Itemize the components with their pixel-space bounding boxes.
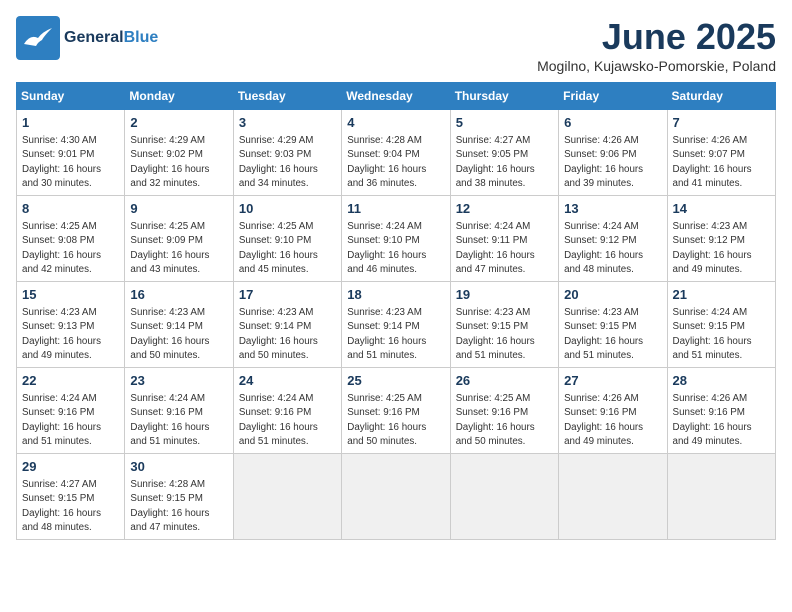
list-item: 2 Sunrise: 4:29 AMSunset: 9:02 PMDayligh… — [125, 110, 233, 196]
table-row: 29 Sunrise: 4:27 AMSunset: 9:15 PMDaylig… — [17, 454, 776, 540]
list-item: 21 Sunrise: 4:24 AMSunset: 9:15 PMDaylig… — [667, 282, 775, 368]
table-row: 22 Sunrise: 4:24 AMSunset: 9:16 PMDaylig… — [17, 368, 776, 454]
list-item: 19 Sunrise: 4:23 AMSunset: 9:15 PMDaylig… — [450, 282, 558, 368]
list-item — [667, 454, 775, 540]
list-item: 9 Sunrise: 4:25 AMSunset: 9:09 PMDayligh… — [125, 196, 233, 282]
list-item: 30 Sunrise: 4:28 AMSunset: 9:15 PMDaylig… — [125, 454, 233, 540]
list-item: 3 Sunrise: 4:29 AMSunset: 9:03 PMDayligh… — [233, 110, 341, 196]
list-item — [559, 454, 667, 540]
header-wednesday: Wednesday — [342, 83, 450, 110]
table-row: 15 Sunrise: 4:23 AMSunset: 9:13 PMDaylig… — [17, 282, 776, 368]
month-title: June 2025 — [537, 16, 776, 58]
list-item — [233, 454, 341, 540]
list-item: 17 Sunrise: 4:23 AMSunset: 9:14 PMDaylig… — [233, 282, 341, 368]
logo-blue: Blue — [124, 29, 159, 46]
header-saturday: Saturday — [667, 83, 775, 110]
list-item: 28 Sunrise: 4:26 AMSunset: 9:16 PMDaylig… — [667, 368, 775, 454]
list-item: 29 Sunrise: 4:27 AMSunset: 9:15 PMDaylig… — [17, 454, 125, 540]
header-sunday: Sunday — [17, 83, 125, 110]
list-item: 12 Sunrise: 4:24 AMSunset: 9:11 PMDaylig… — [450, 196, 558, 282]
list-item: 10 Sunrise: 4:25 AMSunset: 9:10 PMDaylig… — [233, 196, 341, 282]
list-item: 27 Sunrise: 4:26 AMSunset: 9:16 PMDaylig… — [559, 368, 667, 454]
list-item: 13 Sunrise: 4:24 AMSunset: 9:12 PMDaylig… — [559, 196, 667, 282]
table-row: 8 Sunrise: 4:25 AMSunset: 9:08 PMDayligh… — [17, 196, 776, 282]
logo: GeneralBlue — [16, 16, 158, 60]
list-item: 16 Sunrise: 4:23 AMSunset: 9:14 PMDaylig… — [125, 282, 233, 368]
header-thursday: Thursday — [450, 83, 558, 110]
list-item: 11 Sunrise: 4:24 AMSunset: 9:10 PMDaylig… — [342, 196, 450, 282]
list-item: 20 Sunrise: 4:23 AMSunset: 9:15 PMDaylig… — [559, 282, 667, 368]
days-header-row: Sunday Monday Tuesday Wednesday Thursday… — [17, 83, 776, 110]
list-item — [450, 454, 558, 540]
page-header: GeneralBlue June 2025 Mogilno, Kujawsko-… — [16, 16, 776, 74]
list-item: 1 Sunrise: 4:30 AMSunset: 9:01 PMDayligh… — [17, 110, 125, 196]
list-item: 14 Sunrise: 4:23 AMSunset: 9:12 PMDaylig… — [667, 196, 775, 282]
list-item: 23 Sunrise: 4:24 AMSunset: 9:16 PMDaylig… — [125, 368, 233, 454]
logo-general: General — [64, 29, 124, 46]
calendar-table: Sunday Monday Tuesday Wednesday Thursday… — [16, 82, 776, 540]
title-block: June 2025 Mogilno, Kujawsko-Pomorskie, P… — [537, 16, 776, 74]
logo-icon — [16, 16, 60, 60]
list-item: 24 Sunrise: 4:24 AMSunset: 9:16 PMDaylig… — [233, 368, 341, 454]
list-item: 7 Sunrise: 4:26 AMSunset: 9:07 PMDayligh… — [667, 110, 775, 196]
list-item — [342, 454, 450, 540]
list-item: 6 Sunrise: 4:26 AMSunset: 9:06 PMDayligh… — [559, 110, 667, 196]
list-item: 15 Sunrise: 4:23 AMSunset: 9:13 PMDaylig… — [17, 282, 125, 368]
list-item: 18 Sunrise: 4:23 AMSunset: 9:14 PMDaylig… — [342, 282, 450, 368]
logo-text: GeneralBlue — [64, 29, 158, 47]
list-item: 8 Sunrise: 4:25 AMSunset: 9:08 PMDayligh… — [17, 196, 125, 282]
location: Mogilno, Kujawsko-Pomorskie, Poland — [537, 58, 776, 74]
list-item: 4 Sunrise: 4:28 AMSunset: 9:04 PMDayligh… — [342, 110, 450, 196]
table-row: 1 Sunrise: 4:30 AMSunset: 9:01 PMDayligh… — [17, 110, 776, 196]
list-item: 5 Sunrise: 4:27 AMSunset: 9:05 PMDayligh… — [450, 110, 558, 196]
list-item: 26 Sunrise: 4:25 AMSunset: 9:16 PMDaylig… — [450, 368, 558, 454]
header-friday: Friday — [559, 83, 667, 110]
list-item: 22 Sunrise: 4:24 AMSunset: 9:16 PMDaylig… — [17, 368, 125, 454]
header-tuesday: Tuesday — [233, 83, 341, 110]
list-item: 25 Sunrise: 4:25 AMSunset: 9:16 PMDaylig… — [342, 368, 450, 454]
header-monday: Monday — [125, 83, 233, 110]
